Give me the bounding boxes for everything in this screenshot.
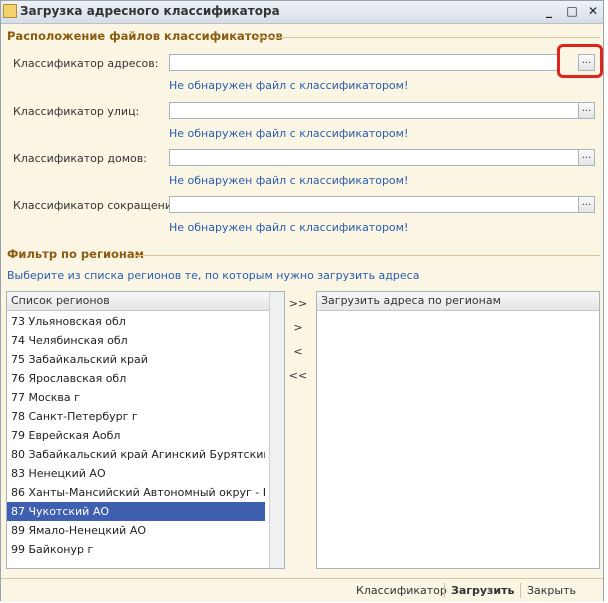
address-classifier-input[interactable]: [169, 54, 559, 71]
dialog-window: Загрузка адресного классификатора _ □ ✕ …: [0, 0, 604, 602]
classifier-button[interactable]: Классификатор: [356, 584, 447, 597]
abbrev-warning: Не обнаружен файл с классификатором!: [169, 221, 409, 234]
region-list-item[interactable]: 86 Ханты-Мансийский Автономный округ - Ю…: [7, 483, 265, 502]
title-bar: Загрузка адресного классификатора _ □ ✕: [1, 1, 603, 24]
footer-bar: Классификатор Загрузить Закрыть: [1, 578, 603, 602]
minimize-button[interactable]: _: [541, 4, 557, 19]
house-classifier-input[interactable]: [169, 149, 579, 166]
region-list-item[interactable]: 78 Санкт-Петербург г: [7, 407, 265, 426]
regions-list-scrollbar[interactable]: [269, 292, 284, 568]
region-list-item[interactable]: 75 Забайкальский край: [7, 350, 265, 369]
app-icon: [3, 4, 17, 18]
region-list-item[interactable]: 80 Забайкальский край Агинский Бурятский…: [7, 445, 265, 464]
remove-all-button[interactable]: <<: [286, 369, 310, 382]
street-warning: Не обнаружен файл с классификатором!: [169, 127, 409, 140]
street-classifier-input[interactable]: [169, 102, 579, 119]
footer-separator: [444, 583, 445, 598]
street-browse-button[interactable]: ...: [578, 102, 595, 119]
address-classifier-label: Классификатор адресов:: [13, 57, 159, 70]
house-classifier-label: Классификатор домов:: [13, 152, 147, 165]
region-list-item[interactable]: 89 Ямало-Ненецкий АО: [7, 521, 265, 540]
add-selected-button[interactable]: >: [286, 321, 310, 334]
close-window-button[interactable]: ✕: [585, 4, 601, 19]
region-list-item[interactable]: 77 Москва г: [7, 388, 265, 407]
regions-list-header: Список регионов: [7, 292, 284, 311]
street-classifier-label: Классификатор улиц:: [13, 105, 140, 118]
maximize-button[interactable]: □: [564, 4, 580, 19]
abbrev-classifier-label: Классификатор сокращений:: [13, 199, 183, 212]
region-list-item[interactable]: 79 Еврейская Аобл: [7, 426, 265, 445]
close-button[interactable]: Закрыть: [527, 584, 576, 597]
section-divider: [254, 37, 600, 38]
region-list-item[interactable]: 73 Ульяновская обл: [7, 312, 265, 331]
abbrev-browse-button[interactable]: ...: [578, 196, 595, 213]
house-warning: Не обнаружен файл с классификатором!: [169, 174, 409, 187]
selected-regions-list[interactable]: Загрузить адреса по регионам: [316, 291, 600, 569]
highlight-annotation: [557, 44, 603, 78]
region-list-item[interactable]: 76 Ярославская обл: [7, 369, 265, 388]
files-section-title: Расположение файлов классификаторов: [7, 29, 283, 43]
window-title: Загрузка адресного классификатора: [20, 4, 280, 18]
region-list-item[interactable]: 87 Чукотский АО: [7, 502, 265, 521]
section-divider: [134, 255, 600, 256]
footer-separator: [520, 583, 521, 598]
selected-regions-header: Загрузить адреса по регионам: [317, 292, 599, 311]
abbrev-classifier-input[interactable]: [169, 196, 579, 213]
filter-hint: Выберите из списка регионов те, по котор…: [7, 269, 420, 282]
regions-list[interactable]: Список регионов 73 Ульяновская обл 74 Чел…: [6, 291, 285, 569]
region-list-item[interactable]: 99 Байконур г: [7, 540, 265, 559]
region-list-item[interactable]: 83 Ненецкий АО: [7, 464, 265, 483]
remove-selected-button[interactable]: <: [286, 345, 310, 358]
address-warning: Не обнаружен файл с классификатором!: [169, 79, 409, 92]
load-button[interactable]: Загрузить: [451, 584, 514, 597]
filter-section-title: Фильтр по регионам: [7, 247, 145, 261]
region-list-item[interactable]: 74 Челябинская обл: [7, 331, 265, 350]
house-browse-button[interactable]: ...: [578, 149, 595, 166]
add-all-button[interactable]: >>: [286, 297, 310, 310]
